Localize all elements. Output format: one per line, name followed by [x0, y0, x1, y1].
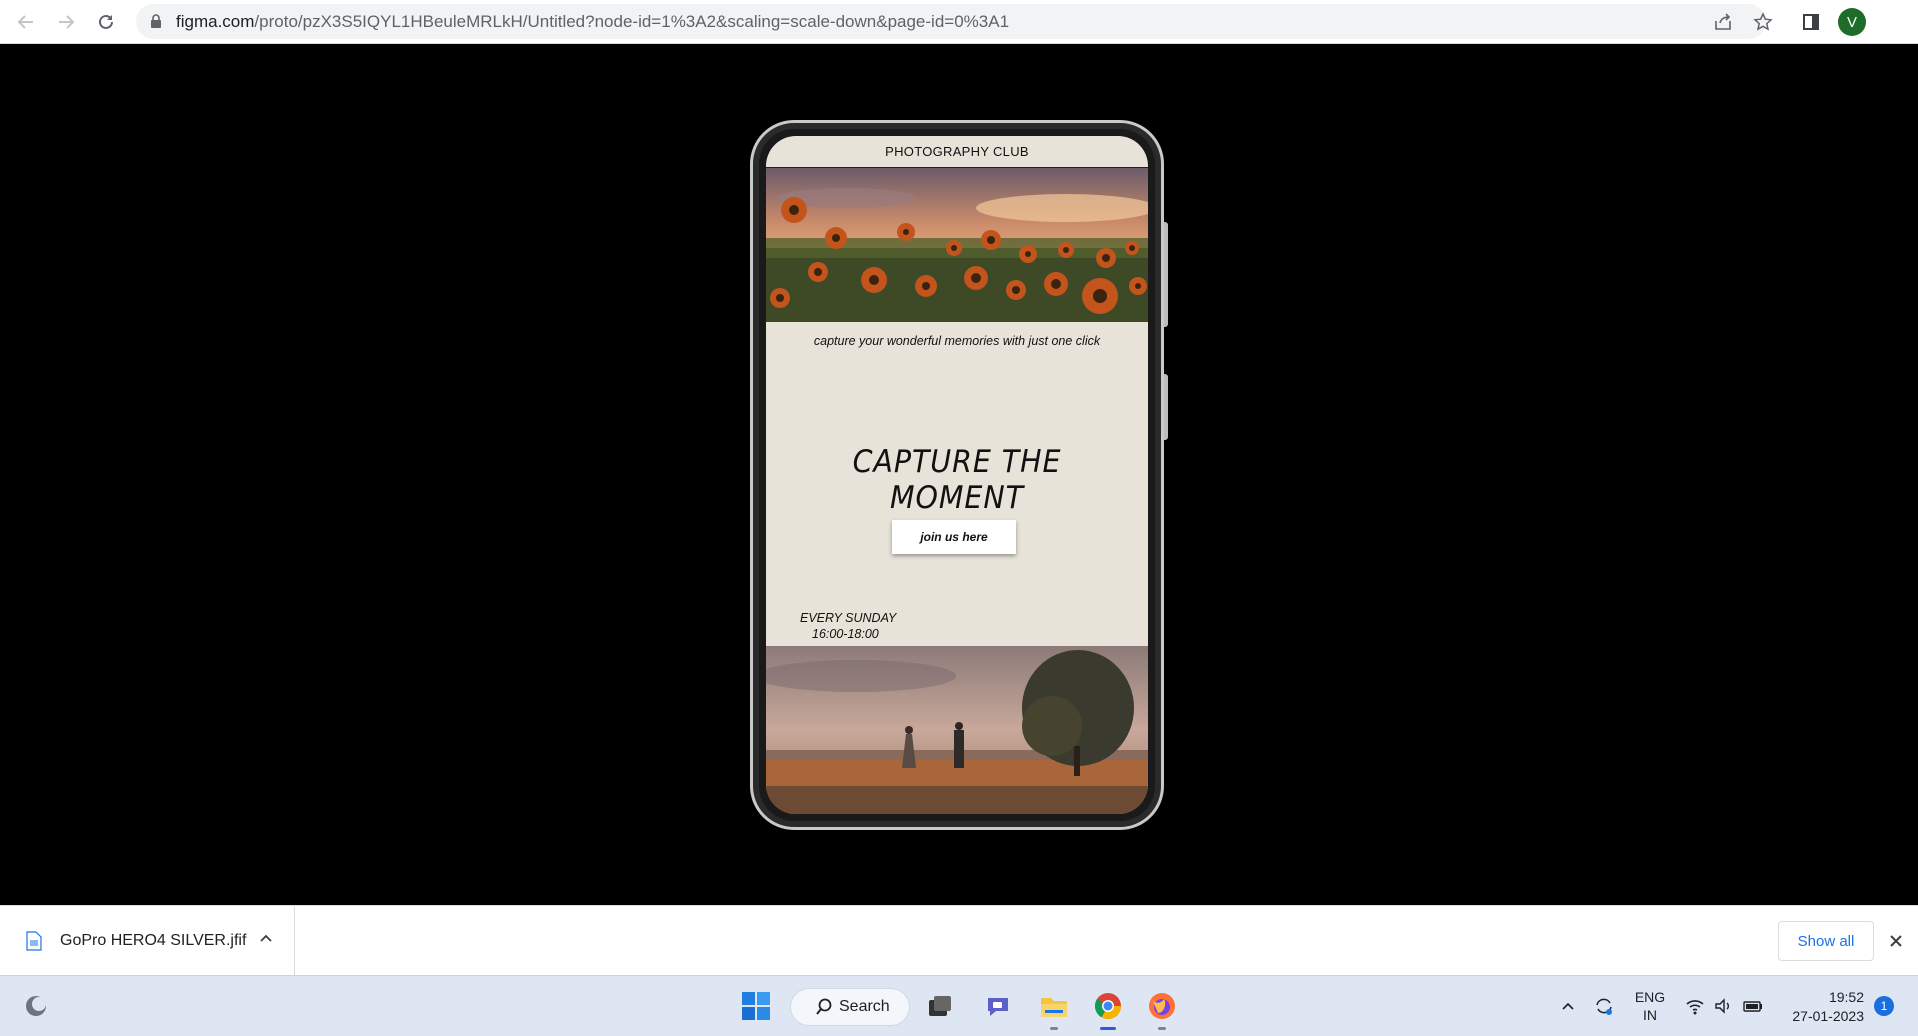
battery-icon — [1743, 1001, 1762, 1012]
task-view-icon — [929, 996, 951, 1016]
chevron-up-icon — [1562, 1002, 1574, 1010]
speaker-icon — [1715, 998, 1729, 1014]
headline-text: CAPTURE THE MOMENT — [852, 444, 1062, 516]
arrow-left-icon — [17, 15, 33, 29]
task-view-button[interactable] — [922, 988, 958, 1024]
volume-button[interactable] — [1710, 988, 1736, 1024]
clock[interactable]: 19:52 27-01-2023 — [1774, 988, 1864, 1026]
bookmark-button[interactable] — [1750, 9, 1776, 35]
image-file-icon — [26, 931, 42, 951]
weather-widget-icon — [26, 996, 46, 1016]
region-code: IN — [1643, 1007, 1657, 1023]
share-icon — [1715, 13, 1731, 30]
language-code: ENG — [1634, 989, 1666, 1005]
arrow-right-icon — [59, 15, 75, 29]
firefox-button[interactable] — [1144, 988, 1180, 1030]
schedule: EVERY SUNDAY 16:00-18:00 — [800, 610, 896, 642]
battery-button[interactable] — [1740, 988, 1766, 1024]
file-explorer-icon — [1041, 998, 1067, 1017]
tagline-text: capture your wonderful memories with jus… — [813, 334, 1101, 348]
url-text: figma.com/proto/pzX3S5IQYL1HBeuleMRLkH/U… — [176, 12, 1010, 31]
lock-icon — [151, 14, 161, 28]
clock-time: 19:52 — [1828, 989, 1864, 1005]
taskbar-search-label: Search — [839, 998, 890, 1015]
chevron-up-icon[interactable] — [258, 930, 274, 946]
phone-screen: PHOTOGRAPHY CLUB capture your wonderful … — [766, 136, 1148, 814]
file-explorer-button[interactable] — [1036, 988, 1072, 1030]
language-indicator[interactable]: ENG IN — [1630, 988, 1670, 1024]
schedule-day: EVERY SUNDAY — [800, 611, 897, 625]
star-icon — [1753, 12, 1773, 31]
clock-date: 27-01-2023 — [1792, 1008, 1864, 1024]
schedule-time: 16:00-18:00 — [812, 627, 879, 641]
profile-avatar[interactable]: V — [1838, 8, 1866, 36]
chat-button[interactable] — [980, 988, 1016, 1024]
show-all-button[interactable]: Show all — [1778, 921, 1874, 961]
back-button[interactable] — [12, 8, 40, 36]
share-button[interactable] — [1710, 9, 1736, 35]
address-bar[interactable]: figma.com/proto/pzX3S5IQYL1HBeuleMRLkH/U… — [136, 4, 1766, 39]
side-panel-icon — [1803, 14, 1819, 30]
couple-field-image — [766, 646, 1148, 814]
notification-badge[interactable]: 1 — [1874, 996, 1894, 1016]
download-file-name: GoPro HERO4 SILVER.jfif — [60, 932, 247, 949]
tray-overflow-button[interactable] — [1556, 988, 1580, 1024]
firefox-icon — [1149, 993, 1175, 1019]
chrome-icon — [1094, 993, 1122, 1020]
download-item[interactable]: GoPro HERO4 SILVER.jfif — [0, 906, 295, 976]
side-panel-button[interactable] — [1798, 9, 1824, 35]
reload-icon — [99, 14, 113, 29]
wifi-icon — [1686, 1000, 1704, 1015]
chrome-button[interactable] — [1090, 988, 1126, 1030]
join-us-button[interactable]: join us here — [892, 520, 1016, 554]
search-icon — [816, 998, 832, 1015]
forward-button[interactable] — [52, 8, 80, 36]
taskbar-search[interactable]: Search — [790, 988, 910, 1026]
start-button[interactable] — [738, 988, 774, 1024]
widgets-button[interactable] — [18, 988, 54, 1024]
club-header: PHOTOGRAPHY CLUB — [766, 136, 1148, 168]
sync-icon — [1596, 998, 1612, 1015]
start-icon — [742, 992, 770, 1020]
taskbar: Search ENG IN 19:52 27-01-2023 1 — [0, 975, 1918, 1036]
download-shelf: GoPro HERO4 SILVER.jfif Show all — [0, 905, 1918, 976]
sunflower-field-image — [766, 168, 1148, 322]
sync-button[interactable] — [1590, 988, 1618, 1024]
close-icon[interactable] — [1886, 931, 1906, 951]
reload-button[interactable] — [92, 8, 120, 36]
chat-icon — [988, 998, 1008, 1016]
browser-toolbar: figma.com/proto/pzX3S5IQYL1HBeuleMRLkH/U… — [0, 0, 1918, 44]
wifi-button[interactable] — [1682, 988, 1708, 1024]
